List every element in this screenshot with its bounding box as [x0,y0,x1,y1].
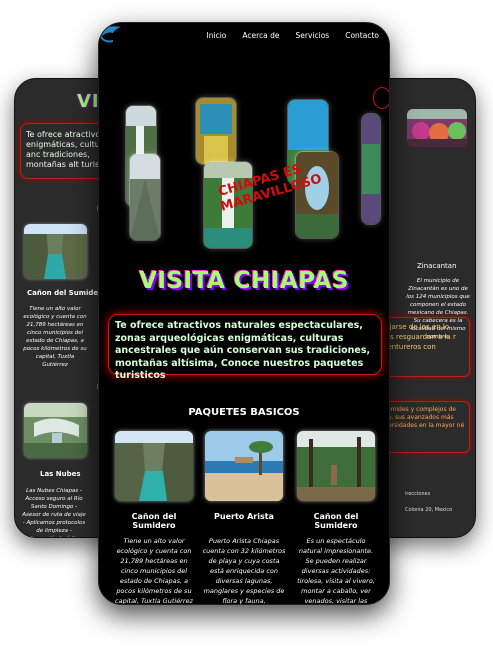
packages-heading: PAQUETES BASICOS [188,407,300,418]
nav-servicios[interactable]: Servicios [296,31,330,40]
canyon-photo [115,431,193,501]
top-nav: Inicio Acerca de Servicios Contacto [207,31,379,40]
back-left-thumb-canyon[interactable] [24,224,87,279]
hero-tile-church[interactable] [195,97,237,165]
front-phone: Inicio Acerca de Servicios Contacto CHIA… [98,22,390,605]
nav-acerca[interactable]: Acerca de [242,31,279,40]
dolphin-logo-icon[interactable] [98,22,127,47]
package-desc-2: Puerto Arista Chiapas cuenta con 32 kiló… [202,537,286,605]
hero-tile-rock[interactable] [129,153,161,241]
canyon-photo [24,224,87,279]
back-left-thumb-nubes[interactable] [24,403,87,458]
package-name-1: Cañon del Sumidero [131,512,177,530]
package-name-2: Puerto Arista [214,512,274,521]
church-photo [196,98,236,164]
package-name-3: Cañon del Sumidero [313,512,359,530]
back-left-item1-name: Cañon del Sumidero [27,289,107,297]
package-image-canyon[interactable] [115,431,193,501]
site-title: VISITA CHIAPAS [139,268,349,294]
forest-photo [297,431,375,501]
back-left-item2-desc: Las Nubes Chiapas - Acceso seguro al Río… [22,488,86,537]
hero-carousel[interactable]: CHIAPAS ES MARAVILLOSO [99,73,389,289]
intro-box: Te ofrece atractivos naturales espectacu… [108,314,382,381]
market-photo [407,109,467,147]
carousel-next-button[interactable] [373,87,389,109]
nav-inicio[interactable]: Inicio [207,31,227,40]
package-desc-3: Es un espectáculo natural impresionante.… [297,537,375,605]
landscape-photo [362,114,380,224]
back-right-caption: Zinacantan [417,262,457,270]
nav-contacto[interactable]: Contacto [345,31,379,40]
waterfall-photo [24,403,87,458]
hero-tile-right[interactable] [361,113,381,225]
back-right-footer-label: irecciones [405,491,431,497]
package-image-forest[interactable] [297,431,375,501]
rock-photo [130,154,160,240]
beach-photo [205,431,283,501]
back-right-thumb-zinacantan[interactable] [407,109,467,147]
package-desc-1: Tiene un alto valor ecológico y cuenta c… [115,537,193,605]
back-left-item2-name: Las Nubes [40,470,81,478]
package-image-beach[interactable] [205,431,283,501]
back-right-footer-text: Colonia 20, Mexico [405,507,453,513]
back-left-item1-desc: Tiene un alto valor ecológico y cuenta c… [23,306,87,368]
